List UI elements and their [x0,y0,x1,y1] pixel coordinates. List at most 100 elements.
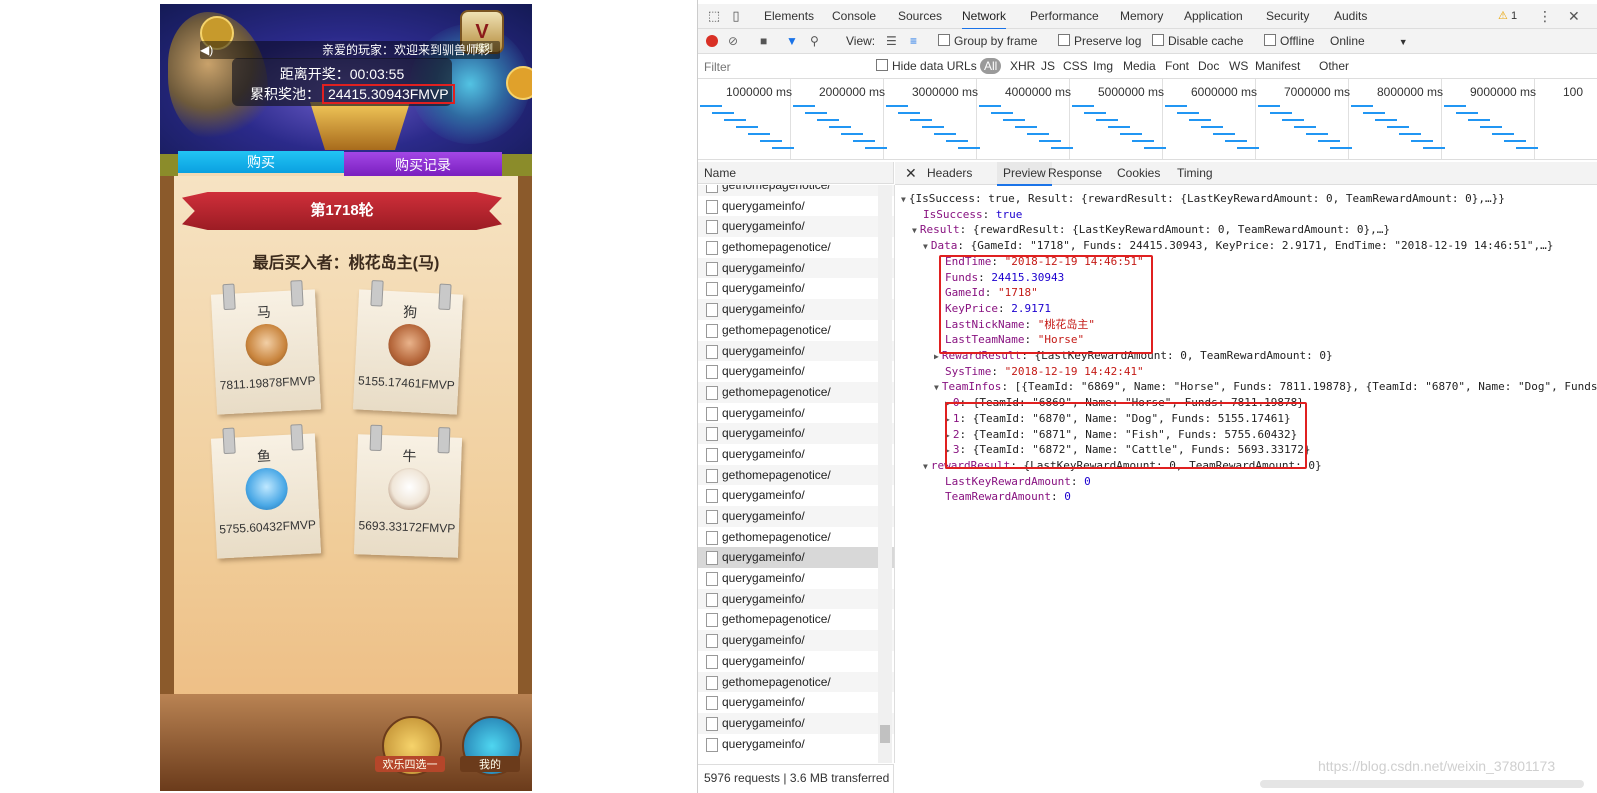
name-column-header[interactable]: Name [698,162,894,184]
scrollbar-thumb[interactable] [880,725,890,743]
team-funds: 5155.17461FMVP [357,373,456,393]
record-icon[interactable] [706,35,718,47]
request-list-scrollbar[interactable] [878,185,892,763]
tab-console[interactable]: Console [832,4,876,28]
hide-data-urls-checkbox[interactable]: Hide data URLs [876,54,977,78]
tab-headers[interactable]: Headers [927,162,972,184]
request-row[interactable]: querygameinfo/ [698,568,894,589]
tab-cookies[interactable]: Cookies [1117,162,1160,184]
my-profile-label[interactable]: 我的 [460,756,520,772]
filter-type-doc[interactable]: Doc [1198,54,1219,78]
pick-one-of-four-label[interactable]: 欢乐四选一 [375,756,445,772]
filter-icon[interactable]: ▼ [786,29,798,53]
tab-performance[interactable]: Performance [1030,4,1099,28]
device-toggle-icon[interactable]: ▯ [728,8,744,24]
tab-application[interactable]: Application [1184,4,1243,28]
large-rows-icon[interactable]: ☰ [886,29,897,53]
expand-triangle-icon[interactable]: ▼ [923,242,928,251]
request-row[interactable]: querygameinfo/ [698,588,894,610]
tab-sources[interactable]: Sources [898,4,942,28]
preserve-log-checkbox[interactable]: Preserve log [1058,29,1141,53]
request-row[interactable]: querygameinfo/ [698,506,894,527]
collapse-triangle-icon[interactable]: ▶ [934,352,939,361]
timeline-request-bar [865,147,887,149]
tab-response[interactable]: Response [1048,162,1102,184]
filter-type-ws[interactable]: WS [1229,54,1248,78]
filter-type-font[interactable]: Font [1165,54,1189,78]
tab-network[interactable]: Network [962,4,1007,30]
request-row[interactable]: querygameinfo/ [698,361,894,382]
expand-triangle-icon[interactable]: ▼ [934,383,939,392]
team-card-cattle[interactable]: 牛 5693.33172FMVP [353,424,463,558]
tab-security[interactable]: Security [1266,4,1309,28]
preview-horizontal-scrollbar[interactable] [1260,780,1584,788]
request-row[interactable]: querygameinfo/ [698,403,894,424]
tab-preview[interactable]: Preview [997,162,1052,186]
request-row[interactable]: gethomepagenotice/ [698,185,894,196]
rules-link[interactable]: 规则 [475,41,493,54]
json-line[interactable]: ▼ {IsSuccess: true, Result: {rewardResult… [901,191,1505,207]
filter-type-manifest[interactable]: Manifest [1255,54,1300,78]
more-options-icon[interactable]: ⋮ [1538,4,1552,28]
request-row[interactable]: querygameinfo/ [698,630,894,651]
request-row[interactable]: gethomepagenotice/ [698,237,894,258]
tab-timing[interactable]: Timing [1177,162,1213,184]
network-overview-timeline[interactable]: 1000000 ms 2000000 ms 3000000 ms 4000000 ms… [698,79,1597,160]
team-card-dog[interactable]: 狗 5155.17461FMVP [352,280,464,415]
request-row[interactable]: querygameinfo/ [698,423,894,444]
tab-memory[interactable]: Memory [1120,4,1163,28]
disable-cache-checkbox[interactable]: Disable cache [1152,29,1243,53]
request-row[interactable]: querygameinfo/ [698,547,894,569]
request-row[interactable]: gethomepagenotice/ [698,381,894,403]
request-row[interactable]: querygameinfo/ [698,278,894,299]
search-icon[interactable]: ⚲ [810,29,819,53]
request-row[interactable]: querygameinfo/ [698,485,894,506]
filter-type-other[interactable]: Other [1319,54,1349,78]
inspect-icon[interactable]: ⬚ [706,8,722,24]
timeline-request-bar [1015,126,1037,128]
request-row[interactable]: querygameinfo/ [698,651,894,672]
request-row[interactable]: gethomepagenotice/ [698,527,894,548]
throttle-select[interactable]: Online ▼ [1330,29,1408,53]
request-row[interactable]: querygameinfo/ [698,692,894,713]
filter-type-all[interactable]: All [980,58,1002,74]
clear-icon[interactable]: ⊘ [728,29,738,53]
filter-input[interactable] [702,58,866,76]
tab-elements[interactable]: Elements [764,4,814,28]
json-line[interactable]: ▼ TeamInfos: [{TeamId: "6869", Name: "Hor… [934,379,1597,395]
group-by-frame-checkbox[interactable]: Group by frame [938,29,1037,53]
expand-triangle-icon[interactable]: ▼ [901,195,906,204]
request-row[interactable]: querygameinfo/ [698,299,894,320]
screenshot-icon[interactable]: ■ [760,29,767,53]
json-line[interactable]: ▼ Data: {GameId: "1718", Funds: 24415.309… [923,238,1553,254]
json-line[interactable]: ▼ Result: {rewardResult: {LastKeyRewardAm… [912,222,1390,238]
expand-triangle-icon[interactable]: ▼ [923,462,928,471]
filter-type-media[interactable]: Media [1123,54,1156,78]
filter-type-img[interactable]: Img [1093,54,1113,78]
expand-triangle-icon[interactable]: ▼ [912,226,917,235]
warning-counter[interactable]: ⚠ 1 [1498,4,1517,28]
tab-audits[interactable]: Audits [1334,4,1367,28]
filter-type-xhr[interactable]: XHR [1010,54,1035,78]
tab-buy[interactable]: 购买 [178,151,344,173]
close-icon[interactable]: ✕ [1568,4,1580,28]
request-row[interactable]: gethomepagenotice/ [698,320,894,341]
close-detail-icon[interactable]: ✕ [905,162,917,184]
waterfall-icon[interactable]: ≡ [910,29,917,53]
request-row[interactable]: querygameinfo/ [698,734,894,755]
request-row[interactable]: gethomepagenotice/ [698,464,894,486]
request-row[interactable]: querygameinfo/ [698,257,894,279]
tab-purchase-history[interactable]: 购买记录 [344,152,502,176]
team-card-fish[interactable]: 鱼 5755.60432FMVP [210,424,322,559]
request-row[interactable]: querygameinfo/ [698,712,894,734]
request-row[interactable]: querygameinfo/ [698,196,894,217]
request-row[interactable]: gethomepagenotice/ [698,609,894,630]
request-row[interactable]: gethomepagenotice/ [698,671,894,693]
offline-checkbox[interactable]: Offline [1264,29,1314,53]
filter-type-js[interactable]: JS [1041,54,1055,78]
filter-type-css[interactable]: CSS [1063,54,1088,78]
request-row[interactable]: querygameinfo/ [698,340,894,362]
request-row[interactable]: querygameinfo/ [698,216,894,238]
team-card-horse[interactable]: 马 7811.19878FMVP [210,280,322,415]
request-row[interactable]: querygameinfo/ [698,444,894,465]
